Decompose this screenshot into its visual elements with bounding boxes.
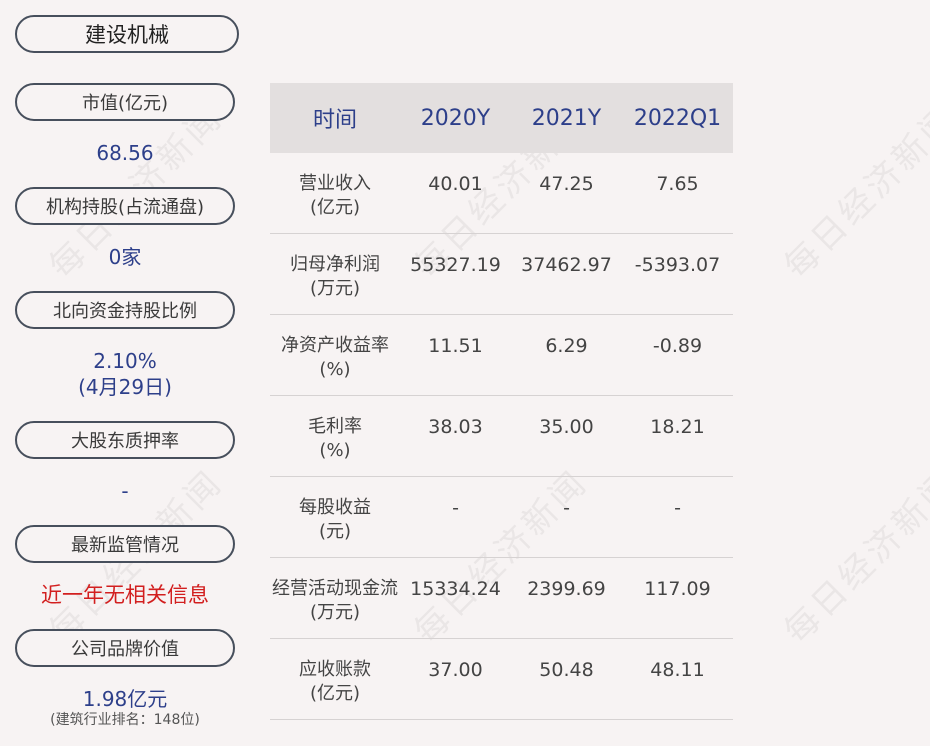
row-label: 经营活动现金流 (万元)	[272, 578, 398, 623]
market-cap-label: 市值(亿元)	[15, 83, 235, 121]
cell-value: 7.65	[656, 173, 699, 195]
cell-value: 2399.69	[527, 578, 606, 600]
brand-rank: (建筑行业排名：148位)	[50, 712, 200, 728]
institution-holding-value: 0家	[108, 245, 142, 269]
northbound-date: (4月29日)	[78, 375, 172, 399]
northbound-value: 2.10%	[93, 349, 157, 373]
cell-value: -	[452, 497, 459, 519]
table-row: 经营活动现金流 (万元) 15334.24 2399.69 117.09	[270, 558, 733, 639]
row-label: 毛利率 (%)	[308, 416, 362, 461]
watermark: 每日经济新闻	[776, 97, 930, 287]
institution-holding-label: 机构持股(占流通盘)	[15, 187, 235, 225]
regulation-label: 最新监管情况	[15, 525, 235, 563]
cell-value: 47.25	[539, 173, 594, 195]
cell-value: 18.21	[650, 416, 705, 438]
row-label: 应收账款 (亿元)	[299, 659, 371, 704]
header-2020y: 2020Y	[420, 105, 491, 131]
cell-value: 37462.97	[521, 254, 612, 276]
header-time: 时间	[312, 108, 357, 133]
brand-value: 1.98亿元	[82, 687, 168, 711]
cell-value: 55327.19	[410, 254, 501, 276]
cell-value: 117.09	[644, 578, 711, 600]
row-label: 归母净利润 (万元)	[290, 254, 380, 299]
cell-value: 35.00	[539, 416, 594, 438]
row-label: 营业收入 (亿元)	[299, 173, 371, 218]
cell-value: -	[674, 497, 681, 519]
cell-value: 6.29	[545, 335, 588, 357]
table-row: 营业收入 (亿元) 40.01 47.25 7.65	[270, 153, 733, 234]
header-2022q1: 2022Q1	[633, 105, 722, 131]
market-cap-value: 68.56	[96, 141, 154, 165]
cell-value: 40.01	[428, 173, 483, 195]
company-name: 建设机械	[15, 15, 239, 53]
table-row: 毛利率 (%) 38.03 35.00 18.21	[270, 396, 733, 477]
pledge-value: -	[121, 479, 129, 503]
table-row: 净资产收益率 (%) 11.51 6.29 -0.89	[270, 315, 733, 396]
table-row: 每股收益 (元) - - -	[270, 477, 733, 558]
cell-value: -	[563, 497, 570, 519]
table-row: 归母净利润 (万元) 55327.19 37462.97 -5393.07	[270, 234, 733, 315]
row-label: 净资产收益率 (%)	[281, 335, 389, 380]
table-row: 应收账款 (亿元) 37.00 50.48 48.11	[270, 639, 733, 720]
cell-value: 37.00	[428, 659, 483, 681]
cell-value: 11.51	[428, 335, 483, 357]
cell-value: 50.48	[539, 659, 594, 681]
cell-value: 15334.24	[410, 578, 501, 600]
pledge-label: 大股东质押率	[15, 421, 235, 459]
cell-value: 38.03	[428, 416, 483, 438]
northbound-label: 北向资金持股比例	[15, 291, 235, 329]
watermark: 每日经济新闻	[776, 462, 930, 652]
cell-value: -5393.07	[634, 254, 721, 276]
row-label: 每股收益 (元)	[299, 497, 371, 542]
cell-value: -0.89	[652, 335, 703, 357]
header-2021y: 2021Y	[531, 105, 602, 131]
cell-value: 48.11	[650, 659, 705, 681]
regulation-value: 近一年无相关信息	[41, 583, 209, 607]
brand-value-label: 公司品牌价值	[15, 629, 235, 667]
financial-table: 时间 2020Y 2021Y 2022Q1 营业收入 (亿元) 40.01 47.…	[270, 83, 733, 720]
table-header: 时间 2020Y 2021Y 2022Q1	[270, 83, 733, 153]
